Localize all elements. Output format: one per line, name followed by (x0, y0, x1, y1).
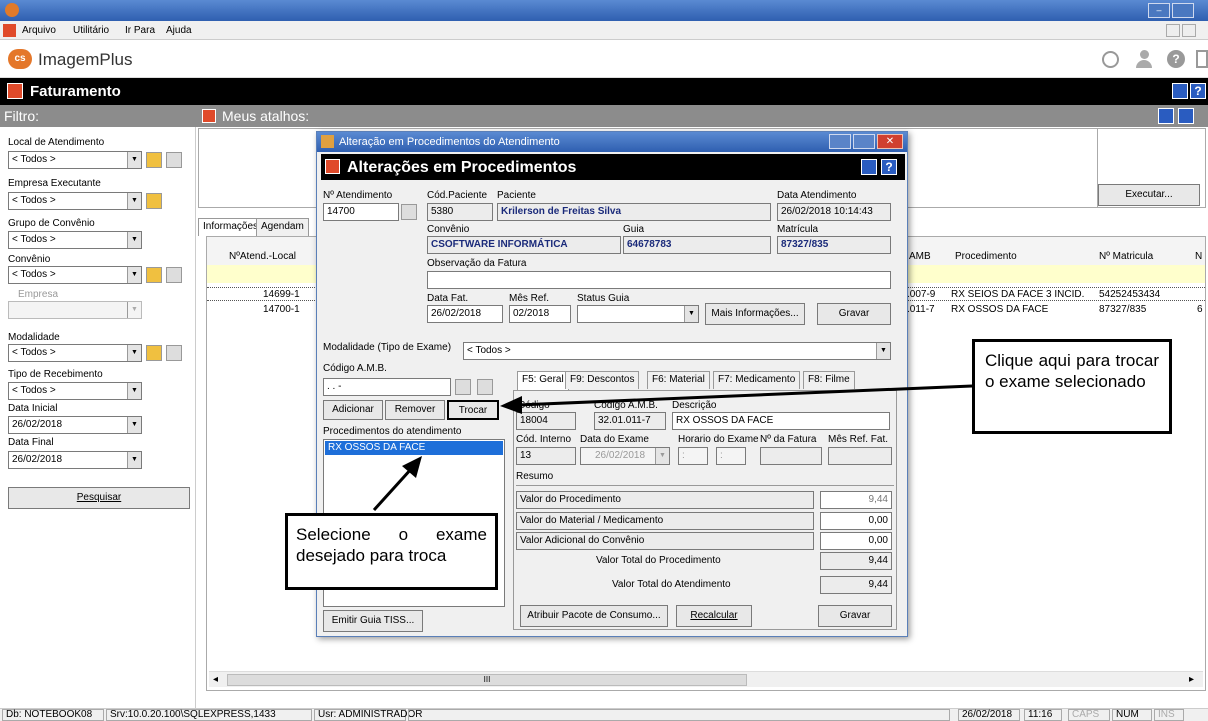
status-caps: CAPS (1068, 709, 1110, 721)
status-srv: Srv:10.0.20.100\SQLEXPRESS,1433 (106, 709, 312, 721)
trocar-callout: Clique aqui para trocar o exame selecion… (972, 339, 1172, 434)
trocar-arrow-line (517, 384, 973, 407)
select-callout: Selecione o exame desejado para troca (285, 513, 498, 590)
status-free (408, 709, 950, 721)
status-time: 11:16 (1024, 709, 1062, 721)
status-ins: INS (1154, 709, 1184, 721)
status-date: 26/02/2018 (958, 709, 1020, 721)
select-arrow-line (372, 466, 414, 512)
status-num: NUM (1112, 709, 1152, 721)
status-db: Db: NOTEBOOK08 (2, 709, 104, 721)
status-usr: Usr: ADMINISTRADOR (314, 709, 422, 721)
trocar-arrowhead (500, 396, 522, 414)
